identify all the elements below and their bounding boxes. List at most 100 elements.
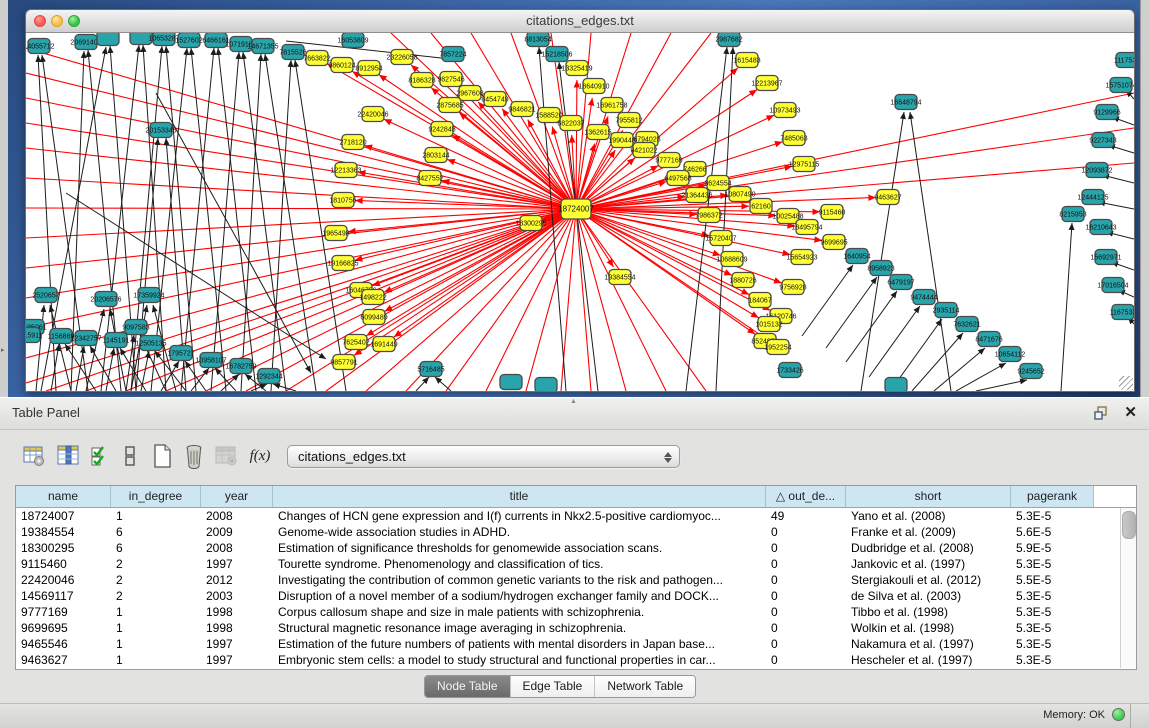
graph-node[interactable]: 5716485 (417, 362, 444, 377)
graph-node[interactable]: 20206576 (90, 292, 121, 307)
column-header-out_degree[interactable]: △ out_de... (766, 486, 846, 507)
graph-node[interactable]: 7663822 (303, 51, 330, 66)
graph-node[interactable]: 15751074 (1105, 78, 1134, 93)
graph-node[interactable]: 1527602 (175, 33, 202, 48)
graph-node[interactable]: 2718120 (339, 135, 366, 150)
table-row[interactable]: 1830029562008Estimation of significance … (16, 540, 1136, 556)
graph-node[interactable]: 17016504 (1097, 278, 1128, 293)
graph-node[interactable]: 6099489 (360, 310, 387, 325)
graph-node[interactable]: 8215953 (1059, 207, 1086, 222)
table-row[interactable]: 946362711997Embryonic stem cells: a mode… (16, 652, 1136, 668)
graph-node[interactable]: 15720407 (705, 231, 736, 246)
table-settings-icon[interactable] (20, 441, 48, 471)
graph-node[interactable]: 10958107 (195, 353, 226, 368)
column-header-in_degree[interactable]: in_degree (111, 486, 201, 507)
graph-node[interactable]: 19166825 (327, 256, 358, 271)
panel-collapse-arrow-icon[interactable]: ▸ (1, 346, 5, 354)
column-visibility-icon[interactable] (54, 441, 82, 471)
graph-node[interactable]: 3915911 (26, 328, 42, 343)
graph-node[interactable]: 1733426 (776, 363, 803, 378)
minimize-traffic-button[interactable] (51, 15, 63, 27)
column-header-pagerank[interactable]: pagerank (1011, 486, 1094, 507)
graph-node[interactable]: 1145191 (103, 333, 130, 348)
graph-node[interactable]: 16210643 (1085, 220, 1116, 235)
graph-node[interactable]: 19384554 (604, 270, 635, 285)
graph-node[interactable]: 12505135 (135, 336, 166, 351)
graph-node[interactable]: 7625402 (342, 335, 369, 350)
graph-node[interactable]: 8186328 (408, 73, 435, 88)
close-traffic-button[interactable] (34, 15, 46, 27)
graph-node[interactable]: 16961758 (596, 98, 627, 113)
graph-node[interactable]: 1498222 (359, 290, 386, 305)
graph-node[interactable]: 14671355 (247, 39, 278, 54)
graph-node[interactable]: 18495794 (791, 220, 822, 235)
graph-node[interactable] (500, 375, 522, 390)
delete-trash-icon[interactable] (180, 441, 208, 471)
column-header-title[interactable]: title (273, 486, 766, 507)
graph-node[interactable]: 2987682 (715, 33, 742, 47)
table-row[interactable]: 1872400712008Changes of HCN gene express… (16, 508, 1136, 524)
graph-node[interactable]: 17359924 (133, 288, 164, 303)
graph-node[interactable]: 21364436 (681, 188, 712, 203)
graph-node[interactable]: 8427552 (416, 171, 443, 186)
graph-node[interactable]: 12444125 (1077, 190, 1108, 205)
graph-node[interactable]: 2967608 (456, 86, 483, 101)
graph-node[interactable]: 9777169 (655, 153, 682, 168)
graph-node[interactable]: 1640954 (843, 249, 870, 264)
graph-node[interactable]: 2803144 (422, 148, 449, 163)
select-columns-checklist-icon[interactable] (86, 441, 114, 471)
graph-node[interactable]: 15654923 (786, 250, 817, 265)
graph-node[interactable]: 16053809 (337, 33, 368, 48)
graph-node[interactable]: 8912954 (355, 61, 382, 76)
graph-node[interactable] (97, 33, 119, 46)
graph-node[interactable]: 1292344 (255, 369, 282, 384)
graph-node[interactable]: 1880726 (729, 273, 756, 288)
graph-node[interactable]: 9463627 (874, 190, 901, 205)
table-row[interactable]: 977716911998Corpus callosum shape and si… (16, 604, 1136, 620)
graph-node[interactable]: 7955812 (615, 113, 642, 128)
graph-node[interactable]: 2520657 (32, 288, 59, 303)
table-row[interactable]: 911546021997Tourette syndrome. Phenomeno… (16, 556, 1136, 572)
graph-node[interactable]: 9474444 (910, 290, 937, 305)
graph-node[interactable]: 1691449 (370, 337, 397, 352)
graph-node[interactable]: 6497568 (664, 171, 691, 186)
graph-node[interactable]: 1615483 (733, 53, 760, 68)
graph-node[interactable]: 1795727 (167, 346, 194, 361)
graph-node[interactable]: 12093872 (1081, 163, 1112, 178)
graph-node[interactable]: 12342757 (70, 331, 101, 346)
table-scrollbar[interactable] (1120, 508, 1136, 668)
graph-node[interactable]: 62160 (750, 199, 772, 214)
graph-node[interactable]: 8471676 (975, 332, 1002, 347)
graph-node[interactable]: 9421022 (630, 143, 657, 158)
table-row[interactable]: 1456911722003Disruption of a novel membe… (16, 588, 1136, 604)
graph-node[interactable]: 9699695 (820, 235, 847, 250)
graph-node[interactable]: 184067 (748, 293, 771, 308)
network-graph-svg[interactable]: 1405571220691406106532871527602646616110… (26, 33, 1134, 391)
graph-node[interactable]: 9242848 (428, 122, 455, 137)
graph-node[interactable]: 10654112 (995, 347, 1026, 362)
graph-node[interactable]: 22420046 (357, 107, 388, 122)
merge-rows-icon[interactable] (116, 441, 144, 471)
graph-node[interactable]: 18640910 (578, 79, 609, 94)
graph-node[interactable]: 9115460 (819, 205, 846, 220)
tab-edge-table[interactable]: Edge Table (510, 676, 595, 697)
graph-node[interactable]: 9846821 (508, 102, 535, 117)
graph-node[interactable]: 18300295 (515, 216, 546, 231)
graph-node[interactable]: 2875685 (436, 98, 463, 113)
zoom-traffic-button[interactable] (68, 15, 80, 27)
function-fx-icon[interactable]: f(x) (246, 441, 274, 471)
graph-node[interactable]: 18724007 (558, 199, 594, 219)
canvas-resize-grip[interactable] (1119, 376, 1133, 390)
tab-network-table[interactable]: Network Table (594, 676, 695, 697)
graph-node[interactable]: 15692971 (1090, 250, 1121, 265)
graph-node[interactable]: 1167533 (1110, 305, 1134, 320)
graph-node[interactable]: 12975115 (789, 157, 820, 172)
graph-node[interactable]: 16648794 (890, 95, 921, 110)
graph-node[interactable]: 8958923 (867, 261, 894, 276)
graph-node[interactable] (535, 378, 557, 392)
graph-node[interactable]: 9245652 (1017, 364, 1044, 379)
graph-node[interactable]: 10973493 (769, 103, 800, 118)
graph-node[interactable]: 1117534 (1114, 53, 1134, 68)
tab-node-table[interactable]: Node Table (425, 676, 510, 697)
table-row[interactable]: 2242004622012Investigating the contribut… (16, 572, 1136, 588)
